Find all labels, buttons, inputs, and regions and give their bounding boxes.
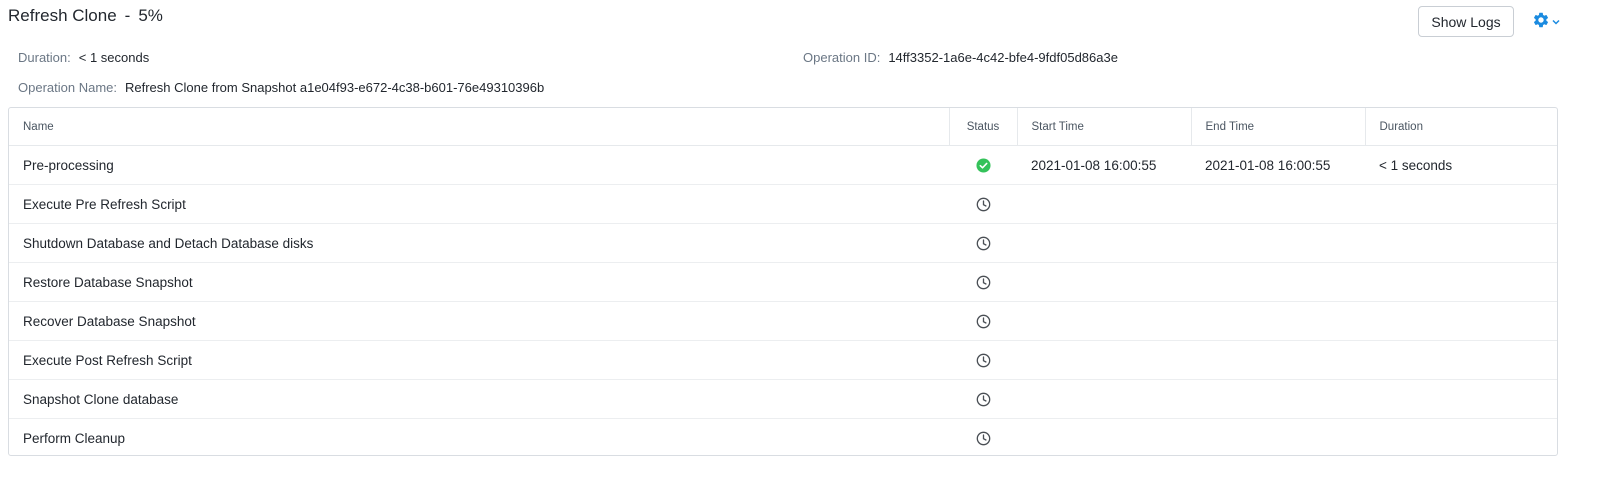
name-cell: Restore Database Snapshot [9,262,949,302]
name-cell: Snapshot Clone database [9,379,949,419]
operation-name-label: Operation Name: [18,80,117,95]
column-header-name[interactable]: Name [9,108,949,146]
pending-clock-icon [976,431,990,446]
duration-cell: < 1 seconds [1379,157,1453,173]
table-row: Recover Database Snapshot [9,301,1557,341]
status-cell [949,262,1017,302]
name-cell: Pre-processing [23,157,114,173]
pending-clock-icon [976,392,990,407]
duration-cell [1365,340,1557,380]
column-header-start-time[interactable]: Start Time [1016,108,1191,146]
status-cell [949,418,1017,455]
column-header-status[interactable]: Status [948,108,1017,146]
status-cell [949,146,1017,185]
name-cell: Perform Cleanup [9,418,949,455]
steps-table: Name Status Start Time End Time Duration… [8,107,1558,456]
pending-clock-icon [976,236,990,251]
duration-cell [1365,223,1557,263]
start-time-cell [1017,340,1191,380]
table-row: Perform Cleanup [9,418,1557,455]
start-time-cell [1017,223,1191,263]
settings-menu-button[interactable] [1532,10,1562,30]
start-time-cell [1017,301,1191,341]
start-time-cell [1017,184,1191,224]
show-logs-button[interactable]: Show Logs [1418,6,1514,37]
end-time-cell [1191,418,1365,455]
table-row: Shutdown Database and Detach Database di… [9,223,1557,263]
duration-cell [1365,184,1557,224]
table-row: Pre-processing 2021-01-08 16:00:55 2021-01… [9,146,1557,185]
status-cell [949,223,1017,263]
title-separator: - [124,6,131,25]
name-cell: Shutdown Database and Detach Database di… [9,223,949,263]
operation-details-page: Refresh Clone -5% Show Logs Duration: < 1 … [0,0,1620,482]
status-cell [949,184,1017,224]
duration-cell [1365,379,1557,419]
operation-name-value: Refresh Clone from Snapshot a1e04f93-e67… [125,80,545,95]
table-row: Snapshot Clone database [9,379,1557,419]
end-time-cell [1191,340,1365,380]
name-cell: Recover Database Snapshot [9,301,949,341]
page-title: Refresh Clone -5% [8,6,163,26]
end-time-cell: 2021-01-08 16:00:55 [1205,157,1331,173]
pending-clock-icon [976,275,990,290]
end-time-cell [1191,223,1365,263]
duration-label: Duration: [18,50,71,65]
table-header-row: Name Status Start Time End Time Duration [9,108,1557,146]
end-time-cell [1191,379,1365,419]
status-cell [949,340,1017,380]
end-time-cell [1191,301,1365,341]
operation-id-value: 14ff3352-1a6e-4c42-bfe4-9fdf05d86a3e [888,50,1118,65]
table-row: Execute Pre Refresh Script [9,184,1557,224]
start-time-cell [1017,418,1191,455]
gear-icon [1533,12,1549,28]
table-body: Pre-processing 2021-01-08 16:00:55 2021-01… [9,146,1557,455]
chevron-down-icon [1552,19,1560,25]
operation-name-field: Operation Name: Refresh Clone from Snapsh… [18,80,544,95]
duration-cell [1365,301,1557,341]
table-row: Restore Database Snapshot [9,262,1557,302]
table-row: Execute Post Refresh Script [9,340,1557,380]
start-time-cell [1017,262,1191,302]
name-cell: Execute Pre Refresh Script [9,184,949,224]
duration-value: < 1 seconds [78,50,150,65]
column-header-duration[interactable]: Duration [1364,108,1557,146]
end-time-cell [1191,262,1365,302]
end-time-cell [1191,184,1365,224]
operation-id-label: Operation ID: [803,50,881,65]
column-header-end-time[interactable]: End Time [1190,108,1365,146]
name-cell: Execute Post Refresh Script [9,340,949,380]
success-check-icon [975,158,991,173]
duration-field: Duration: < 1 seconds [18,50,149,65]
progress-percent: 5% [138,6,163,25]
operation-title: Refresh Clone [8,6,117,25]
start-time-cell: 2021-01-08 16:00:55 [1031,157,1157,173]
pending-clock-icon [976,197,990,212]
duration-cell [1365,262,1557,302]
operation-id-field: Operation ID: 14ff3352-1a6e-4c42-bfe4-9fd… [803,50,1118,65]
pending-clock-icon [976,353,990,368]
status-cell [949,301,1017,341]
status-cell [949,379,1017,419]
start-time-cell [1017,379,1191,419]
duration-cell [1365,418,1557,455]
pending-clock-icon [976,314,990,329]
